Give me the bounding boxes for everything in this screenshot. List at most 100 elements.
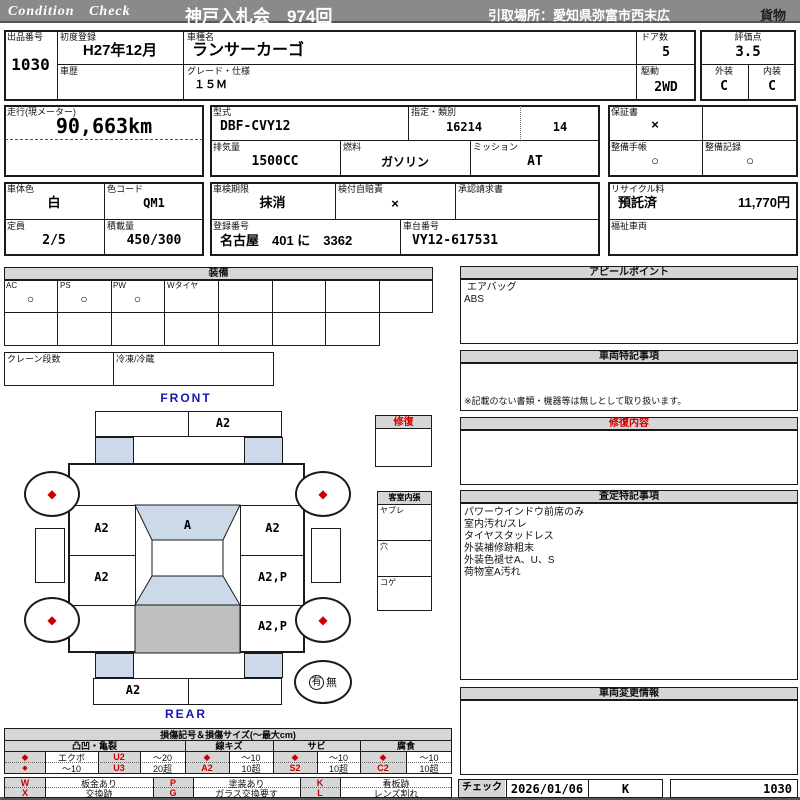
repair-details-body	[460, 430, 798, 485]
cabin-burn-label: コゲ	[380, 579, 396, 587]
vehicle-special-notes-header: 車両特記事項	[460, 350, 798, 363]
check-inspector: K	[588, 783, 663, 795]
assessment-line: パワーウインドウ前席のみ	[464, 508, 584, 518]
legend-title: 損傷記号＆損傷サイズ(～最大cm)	[4, 731, 452, 740]
insurance-value: ×	[335, 197, 455, 210]
left-rear-panel-damage: A2	[68, 571, 135, 583]
model-code-label: 型式	[213, 108, 231, 117]
equipment-wtire-label: Wタイヤ	[167, 282, 198, 290]
legend-category-dent: 凸凹・亀裂	[4, 742, 185, 751]
drive-label: 駆動	[641, 67, 659, 76]
fuel-label: 燃料	[343, 143, 361, 152]
fuel-value: ガソリン	[340, 156, 470, 168]
cabin-hole-label: 穴	[380, 543, 388, 551]
load-capacity-value: 450/300	[104, 234, 204, 247]
legend-code-g: G	[153, 789, 193, 798]
legend-code-c2: C2	[360, 764, 406, 773]
appeal-point-1: エアバッグ	[467, 283, 517, 293]
recycle-status-value: 預託済	[618, 196, 657, 209]
legend-diamond-small-icon: ◆	[5, 765, 45, 772]
grade-value: １５Ｍ	[194, 80, 227, 91]
legend-size: ～10	[406, 754, 452, 763]
equipment-ac-mark: ○	[4, 293, 57, 305]
wheel-damage-diamond-icon: ◆	[47, 613, 56, 627]
legend-diamond-icon: ◆	[273, 753, 317, 762]
cargo-type-label: 貨物	[760, 5, 786, 24]
capacity-value: 2/5	[4, 234, 104, 247]
history-label: 車歴	[60, 67, 78, 76]
legend-category-scratch: 線キズ	[185, 742, 273, 751]
fridge-freezer-label: 冷凍/冷蔵	[116, 355, 155, 364]
vehicle-change-info-header: 車両変更情報	[460, 687, 798, 700]
model-name-value: ランサーカーゴ	[192, 43, 304, 59]
main-info-table	[4, 30, 696, 101]
legend-code-text: 交換跡	[45, 790, 153, 799]
legend-size: ～10	[45, 765, 98, 774]
rear-bumper-damage: A2	[93, 684, 173, 696]
legend-category-rust: サビ	[273, 742, 360, 751]
appeal-point-2: ABS	[464, 295, 484, 305]
left-side-step-cell	[35, 528, 65, 583]
color-code-value: QM1	[104, 197, 204, 209]
right-rear-door-damage: A2,P	[240, 571, 305, 583]
diagram-rear-label: REAR	[140, 708, 232, 720]
legend-code-x: X	[5, 789, 45, 798]
maintenance-record-value: ○	[702, 154, 798, 167]
inspection-expiry-label: 車検期限	[213, 185, 249, 194]
mileage-value: 90,663km	[4, 116, 204, 136]
legend-size: 10超	[406, 765, 452, 774]
exterior-grade-value: C	[700, 80, 748, 93]
legend-code-text: 板金あり	[45, 780, 153, 789]
model-name-label: 車種名	[187, 33, 214, 42]
legend-category-corrosion: 腐食	[360, 742, 452, 751]
legend-code-text: レンズ割れ	[340, 790, 452, 799]
rear-right-corner-cell	[244, 653, 283, 678]
legend-code-u3: U3	[98, 764, 140, 773]
legend-code-p: P	[153, 779, 193, 788]
grade-label: グレード・仕様	[187, 67, 250, 76]
legend-code-s2: S2	[273, 764, 317, 773]
body-color-label: 車体色	[7, 185, 34, 194]
rear-left-corner-cell	[95, 653, 134, 678]
wheel-damage-diamond-icon: ◆	[318, 487, 327, 501]
color-code-label: 色コード	[107, 185, 143, 194]
wheel-damage-diamond-icon: ◆	[47, 487, 56, 501]
first-registration-value: H27年12月	[57, 43, 183, 58]
vehicle-change-info-body	[460, 700, 798, 775]
cabin-tear-label: ヤブレ	[380, 507, 404, 515]
registration-number-value: 名古屋 401 に 3362	[220, 234, 352, 247]
warranty-label: 保証書	[611, 108, 638, 117]
recycle-fee-label: リサイクル料	[611, 185, 665, 194]
type-class-label: 指定・類別	[411, 108, 456, 117]
rear-left-wheel: ◆	[24, 597, 80, 643]
legend-code-text: 塗装あり	[193, 780, 300, 789]
maintenance-book-label: 整備手帳	[611, 143, 647, 152]
inspection-expiry-value: 抹消	[210, 196, 335, 209]
assessment-line: タイヤスタッドレス	[464, 532, 554, 542]
equipment-pw-label: PW	[113, 282, 126, 290]
legend-size: 10超	[317, 765, 360, 774]
lot-number-label: 出品番号	[7, 33, 43, 42]
presence-yes-circled: 有	[309, 675, 324, 690]
chassis-number-value: VY12-617531	[412, 234, 498, 247]
capacity-label: 定員	[7, 222, 25, 231]
pickup-location: 引取場所：愛知県弥富市西末広	[488, 5, 670, 24]
doors-label: ドア数	[641, 33, 668, 42]
repair-details-header: 修復内容	[460, 417, 798, 430]
score-value: 3.5	[700, 45, 796, 59]
lot-number-value: 1030	[4, 57, 57, 73]
maintenance-book-value: ○	[608, 154, 702, 167]
legend-size: 20超	[140, 765, 185, 774]
chassis-number-label: 車台番号	[403, 222, 439, 231]
equipment-pw-mark: ○	[111, 293, 164, 305]
front-left-wheel: ◆	[24, 471, 80, 517]
assessment-line: 室内汚れ/スレ	[464, 520, 527, 530]
wheel-damage-diamond-icon: ◆	[318, 613, 327, 627]
front-right-wheel: ◆	[295, 471, 351, 517]
auction-condition-sheet: { "colors": { "header_bar": "#8a8a8a", "…	[0, 0, 800, 800]
equipment-ac-label: AC	[6, 282, 17, 290]
legend-code-text: 看板跡	[340, 780, 452, 789]
interior-grade-label: 内装	[748, 67, 796, 76]
model-code-value: DBF-CVY12	[220, 120, 290, 133]
approval-request-label: 承認請求書	[458, 185, 503, 194]
